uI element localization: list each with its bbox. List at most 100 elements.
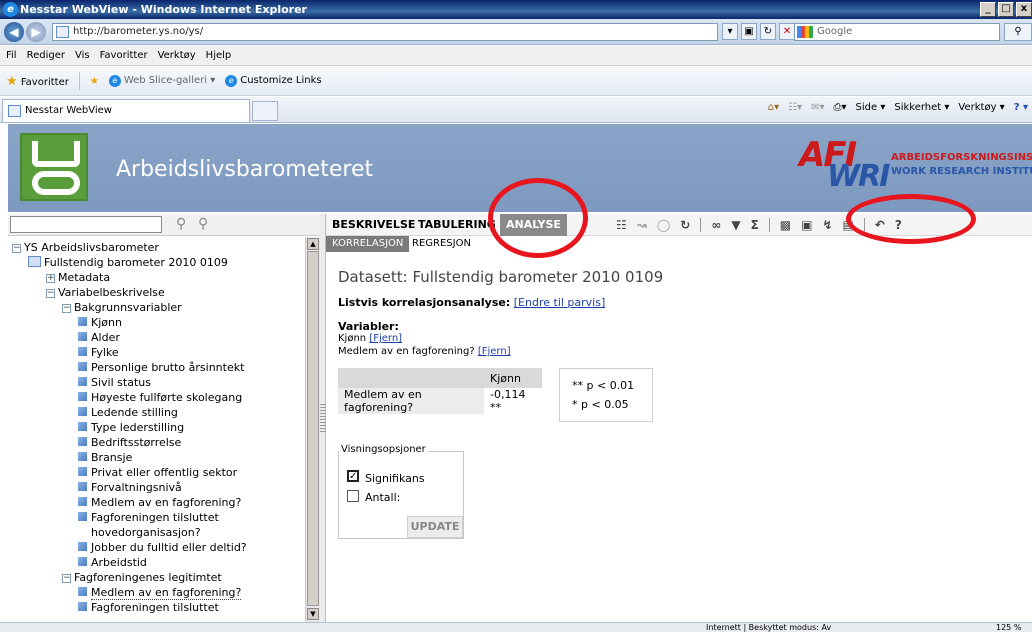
favorites-button[interactable]: ★ Favoritter <box>6 74 69 89</box>
collapse-icon[interactable]: − <box>62 304 71 313</box>
update-button[interactable]: UPDATE <box>407 516 463 538</box>
remove-variable-link[interactable]: [Fjern] <box>478 346 511 357</box>
scroll-down-arrow[interactable]: ▼ <box>307 608 319 620</box>
save-icon[interactable]: ▩ <box>780 218 791 232</box>
browser-tab[interactable]: Nesstar WebView <box>2 99 250 122</box>
zoom-level[interactable]: 125 % <box>996 623 1021 632</box>
tree-variable[interactable]: Type lederstilling <box>78 420 184 435</box>
menu-item-verktoy[interactable]: Verktøy <box>158 50 196 61</box>
tree-variable[interactable]: Kjønn <box>78 315 122 330</box>
chart-icon[interactable]: ↝ <box>637 218 647 232</box>
advanced-search-icon[interactable]: ⚲ <box>198 216 208 232</box>
subtab-korrelasjon[interactable]: KORRELASJON <box>326 236 410 252</box>
tree-variable[interactable]: Alder <box>78 330 120 345</box>
menu-item-favoritter[interactable]: Favoritter <box>100 50 148 61</box>
refresh-icon[interactable]: ↻ <box>760 23 776 40</box>
expand-icon[interactable]: + <box>46 274 55 283</box>
feeds-icon[interactable]: ☷▾ <box>788 102 802 113</box>
customize-links[interactable]: e Customize Links <box>225 75 322 87</box>
maximize-button[interactable]: □ <box>998 2 1014 17</box>
tree-variable[interactable]: Fagforeningen tilsluttet <box>78 510 219 525</box>
dropdown-icon[interactable]: ▾ <box>722 23 738 40</box>
switch-pairwise-link[interactable]: [Endre til parvis] <box>514 296 606 309</box>
tab-row: Nesstar WebView ⌂▾ ☷▾ ✉▾ ⎙▾ Side ▾ Sikke… <box>0 97 1032 123</box>
tree-variable[interactable]: Privat eller offentlig sektor <box>78 465 237 480</box>
search-input[interactable]: Google <box>794 23 1000 41</box>
tree-variable[interactable]: Jobber du fulltid eller deltid? <box>78 540 247 555</box>
layout-icon[interactable]: ☷ <box>616 218 627 232</box>
tree-node-root[interactable]: − YS Arbeidslivsbarometer <box>12 240 159 255</box>
tree-label: YS Arbeidslivsbarometer <box>24 241 159 254</box>
antall-checkbox[interactable] <box>347 490 359 502</box>
compat-icon[interactable]: ▣ <box>741 23 757 40</box>
web-slice-gallery[interactable]: e Web Slice-galleri ▾ <box>108 75 215 87</box>
tree-node-legitimitet[interactable]: − Fagforeningenes legitimtet <box>62 570 222 585</box>
address-bar[interactable]: http://barometer.ys.no/ys/ <box>52 23 718 41</box>
home-icon[interactable]: ⌂▾ <box>768 102 779 113</box>
menu-item-hjelp[interactable]: Hjelp <box>206 50 232 61</box>
afi-logo: AFI WRI ARBEIDSFORSKNINGSINSTITUTTET WOR… <box>799 138 1032 198</box>
correlation-table: Kjønn Medlem av en fagforening? -0,114 *… <box>338 368 542 414</box>
tree-variable[interactable]: Personlige brutto årsinntekt <box>78 360 244 375</box>
subtab-regresjon[interactable]: REGRESJON <box>406 236 477 252</box>
weight-icon[interactable]: ◯ <box>657 218 670 232</box>
ys-logo[interactable] <box>20 133 88 201</box>
tree-variable[interactable]: Bedriftsstørrelse <box>78 435 181 450</box>
stop-icon[interactable]: ✕ <box>779 23 795 40</box>
minimize-button[interactable]: _ <box>980 2 996 17</box>
add-favorite-icon[interactable]: ★ <box>90 76 99 87</box>
sikkerhet-menu[interactable]: Sikkerhet ▾ <box>894 102 949 113</box>
signifikans-checkbox[interactable]: ✓ <box>347 470 359 482</box>
collapse-icon[interactable]: − <box>62 574 71 583</box>
tree-variable[interactable]: Ledende stilling <box>78 405 178 420</box>
tree-scrollbar[interactable]: ▲ ▼ <box>305 237 320 622</box>
tree-variable[interactable]: Bransje <box>78 450 132 465</box>
collapse-icon[interactable]: − <box>46 289 55 298</box>
tree-search-input[interactable] <box>10 216 162 233</box>
print-icon[interactable]: ⎙▾ <box>833 102 846 113</box>
filter-icon[interactable]: ▼ <box>731 218 740 232</box>
graph-icon[interactable]: ↯ <box>822 218 832 232</box>
tree-node-dataset[interactable]: Fullstendig barometer 2010 0109 <box>28 255 228 270</box>
separator <box>768 218 770 232</box>
tree-variable[interactable]: Fylke <box>78 345 119 360</box>
tab-beskrivelse[interactable]: BESKRIVELSE <box>326 214 421 236</box>
correlation-value: -0,114 ** <box>484 388 542 414</box>
search-icon[interactable]: ⚲ <box>176 216 186 232</box>
back-button[interactable]: ◀ <box>4 22 24 42</box>
tree-variable[interactable]: Høyeste fullførte skolegang <box>78 390 242 405</box>
recode-icon[interactable]: ↻ <box>680 218 690 232</box>
collapse-icon[interactable]: − <box>12 244 21 253</box>
tree-variable[interactable]: Arbeidstid <box>78 555 147 570</box>
menu-item-fil[interactable]: Fil <box>6 50 17 61</box>
scroll-thumb[interactable] <box>307 251 319 606</box>
mail-icon[interactable]: ✉▾ <box>811 102 824 113</box>
close-button[interactable]: x <box>1016 2 1032 17</box>
new-tab-button[interactable] <box>252 101 278 121</box>
search-button[interactable]: ⚲ <box>1004 23 1032 41</box>
tree-node-variabelbeskrivelse[interactable]: − Variabelbeskrivelse <box>46 285 165 300</box>
side-menu[interactable]: Side ▾ <box>856 102 886 113</box>
sum-icon[interactable]: Σ <box>751 218 759 232</box>
remove-variable-link[interactable]: [Fjern] <box>369 333 402 344</box>
ys-logo-y <box>32 141 80 167</box>
tree-variable-selected[interactable]: Medlem av en fagforening? <box>78 585 242 600</box>
menu-item-vis[interactable]: Vis <box>75 50 90 61</box>
export-icon[interactable]: ▣ <box>801 218 812 232</box>
scroll-up-arrow[interactable]: ▲ <box>307 238 319 250</box>
ie-icon: e <box>225 75 238 87</box>
tree-variable[interactable]: Forvaltningsnivå <box>78 480 182 495</box>
compute-icon[interactable]: ∞ <box>711 218 721 232</box>
verktoy-menu[interactable]: Verktøy ▾ <box>958 102 1004 113</box>
menu-item-rediger[interactable]: Rediger <box>27 50 65 61</box>
tree-variable[interactable]: Sivil status <box>78 375 151 390</box>
tree-variable[interactable]: Medlem av en fagforening? <box>78 495 241 510</box>
tree-node-bakgrunnsvariabler[interactable]: − Bakgrunnsvariabler <box>62 300 182 315</box>
tree-variable[interactable]: Fagforeningen tilsluttet <box>78 600 219 615</box>
tree-variable-continued[interactable]: hovedorganisasjon? <box>91 525 201 540</box>
help-menu[interactable]: ? ▾ <box>1014 102 1028 113</box>
tree-node-metadata[interactable]: + Metadata <box>46 270 110 285</box>
variable-icon <box>78 422 87 431</box>
antall-label: Antall: <box>365 491 401 504</box>
forward-button[interactable]: ▶ <box>26 22 46 42</box>
